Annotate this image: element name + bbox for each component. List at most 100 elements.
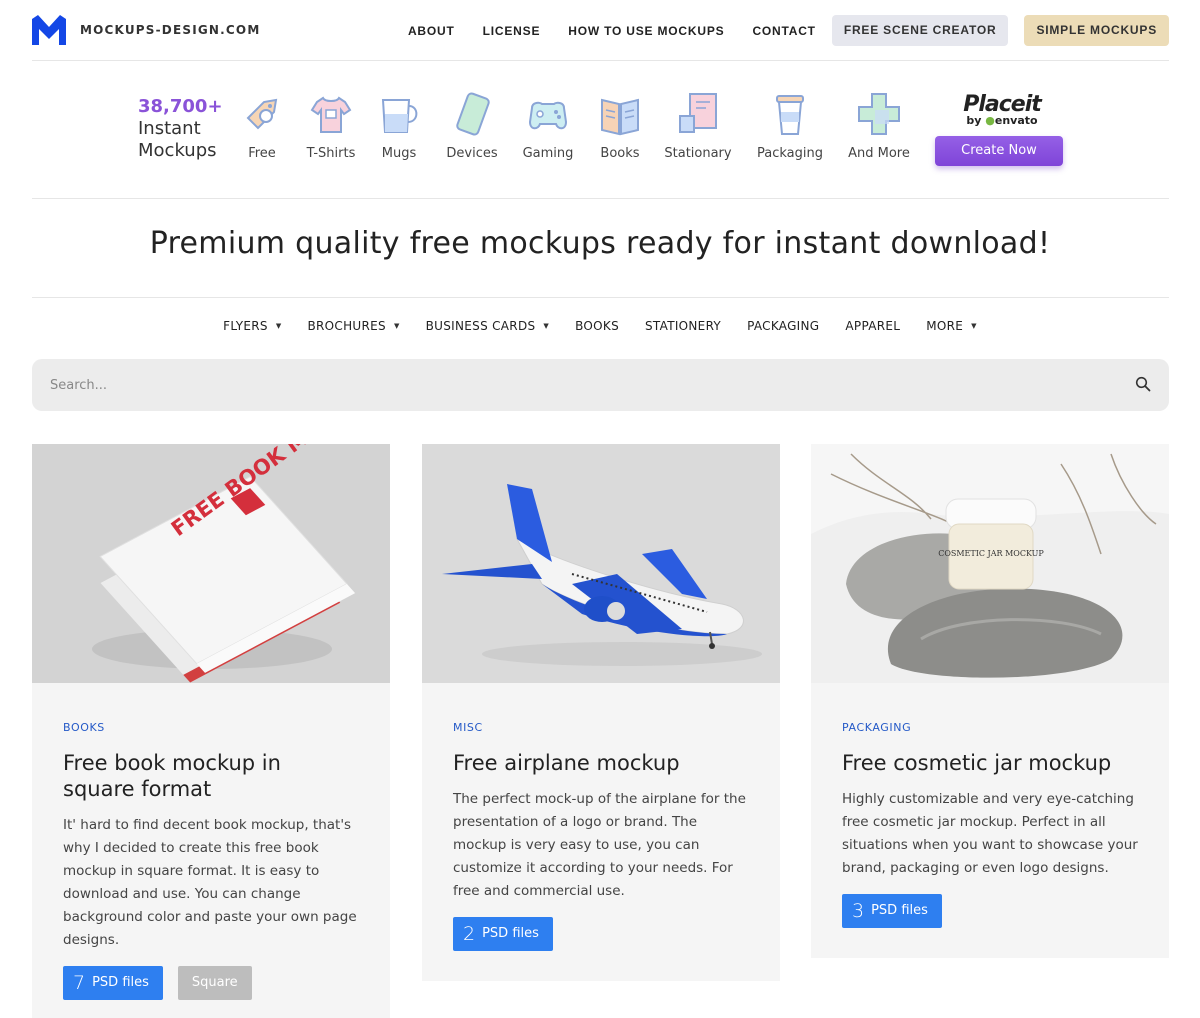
card-title[interactable]: Free cosmetic jar mockup: [842, 750, 1138, 776]
card-actions: 7 PSD files Square: [63, 966, 359, 1000]
post-card[interactable]: MISC Free airplane mockup The perfect mo…: [422, 444, 780, 981]
main-nav: ABOUT LICENSE HOW TO USE MOCKUPS CONTACT…: [380, 15, 1169, 46]
square-tag-button[interactable]: Square: [177, 966, 252, 1000]
cat-label: Devices: [446, 146, 498, 161]
banner-cat-books[interactable]: Books: [580, 92, 660, 161]
banner-cat-gaming[interactable]: Gaming: [508, 92, 588, 161]
nav-license[interactable]: LICENSE: [483, 24, 541, 38]
banner-cat-and-more[interactable]: And More: [839, 92, 919, 161]
divider: [32, 297, 1169, 298]
cat-label: Stationary: [664, 146, 732, 161]
psd-files-button[interactable]: 2 PSD files: [453, 917, 553, 951]
nav-how-to-use[interactable]: HOW TO USE MOCKUPS: [568, 24, 724, 38]
psd-count: 7: [73, 972, 86, 994]
cosmetic-jar-mockup-image: COSMETIC JAR MOCKUP: [811, 444, 1169, 683]
psd-label: PSD files: [482, 926, 539, 941]
banner-line1: Instant: [138, 118, 201, 139]
cat-label: Packaging: [757, 146, 823, 161]
caret-down-icon: ▼: [393, 322, 400, 330]
psd-label: PSD files: [871, 903, 928, 918]
menu-books[interactable]: BOOKS: [575, 319, 619, 333]
psd-count: 3: [852, 900, 865, 922]
stationery-icon: [679, 93, 717, 133]
card-body: MISC Free airplane mockup The perfect mo…: [422, 683, 780, 981]
cat-label: Books: [600, 146, 640, 161]
cat-label: And More: [848, 146, 910, 161]
card-body: BOOKS Free book mockup in square format …: [32, 683, 390, 1018]
cat-label: Free: [248, 146, 276, 161]
card-actions: 2 PSD files: [453, 917, 749, 951]
card-body: PACKAGING Free cosmetic jar mockup Highl…: [811, 683, 1169, 958]
menu-more[interactable]: MORE ▼: [926, 319, 977, 333]
psd-count: 2: [463, 923, 476, 945]
nav-contact[interactable]: CONTACT: [752, 24, 815, 38]
caret-down-icon: ▼: [543, 322, 550, 330]
banner-line2: Mockups: [138, 140, 217, 161]
menu-packaging[interactable]: PACKAGING: [747, 319, 819, 333]
search-input[interactable]: [32, 359, 1112, 411]
card-image[interactable]: [422, 444, 780, 683]
banner-cat-stationary[interactable]: Stationary: [658, 92, 738, 161]
search-bar: [32, 359, 1169, 411]
card-description: It' hard to find decent book mockup, tha…: [63, 817, 357, 948]
banner-cat-devices[interactable]: Devices: [432, 92, 512, 161]
banner-count: 38,700+ Instant Mockups: [138, 96, 223, 162]
phone-icon: [456, 92, 490, 136]
site-name: MOCKUPS-DESIGN.COM: [80, 23, 261, 37]
book-mockup-image: FREE BOOK MOCKUP: [32, 444, 390, 683]
mockup-count: 38,700+: [138, 96, 223, 117]
banner-cat-mugs[interactable]: Mugs: [359, 92, 439, 161]
placeit-banner[interactable]: 38,700+ Instant Mockups Free T-Shirts Mu…: [32, 62, 1169, 199]
category-menu: FLYERS ▼ BROCHURES ▼ BUSINESS CARDS ▼ BOOKS…: [0, 319, 1200, 333]
card-category[interactable]: MISC: [453, 721, 749, 734]
site-logo[interactable]: MOCKUPS-DESIGN.COM: [32, 15, 260, 45]
logo-mark-icon: [32, 15, 66, 45]
book-icon: [601, 98, 639, 136]
card-category[interactable]: BOOKS: [63, 721, 359, 734]
menu-label: PACKAGING: [747, 319, 820, 333]
cat-label: Mugs: [381, 146, 417, 161]
free-scene-creator-button[interactable]: FREE SCENE CREATOR: [831, 15, 1009, 46]
card-description: The perfect mock-up of the airplane for …: [453, 791, 746, 899]
menu-label: MORE: [926, 319, 964, 333]
psd-files-button[interactable]: 3 PSD files: [842, 894, 942, 928]
cup-icon: [776, 95, 804, 135]
nav-about[interactable]: ABOUT: [408, 24, 455, 38]
envato-text: envato: [994, 114, 1038, 127]
menu-label: STATIONERY: [645, 319, 722, 333]
card-image[interactable]: FREE BOOK MOCKUP: [32, 444, 390, 683]
card-image[interactable]: COSMETIC JAR MOCKUP: [811, 444, 1169, 683]
placeit-logo: Placeit by ●envato: [957, 92, 1047, 127]
jar-label-text: COSMETIC JAR MOCKUP: [938, 549, 1044, 558]
site-header: MOCKUPS-DESIGN.COM ABOUT LICENSE HOW TO …: [32, 0, 1169, 61]
simple-mockups-button[interactable]: SIMPLE MOCKUPS: [1024, 15, 1169, 46]
post-card[interactable]: COSMETIC JAR MOCKUP PACKAGING Free cosme…: [811, 444, 1169, 958]
airplane-mockup-image: [422, 444, 780, 683]
menu-label: APPAREL: [845, 319, 901, 333]
caret-down-icon: ▼: [275, 322, 282, 330]
card-title[interactable]: Free book mockup in square format: [63, 750, 359, 802]
envato-wordmark: by ●envato: [957, 114, 1047, 127]
cat-label: Gaming: [522, 146, 574, 161]
psd-label: PSD files: [92, 975, 149, 990]
menu-business-cards[interactable]: BUSINESS CARDS ▼: [426, 319, 549, 333]
create-now-button[interactable]: Create Now: [935, 136, 1063, 166]
tag-icon: [246, 98, 278, 130]
menu-flyers[interactable]: FLYERS ▼: [223, 319, 281, 333]
banner-cat-packaging[interactable]: Packaging: [750, 92, 830, 161]
psd-files-button[interactable]: 7 PSD files: [63, 966, 163, 1000]
banner-cat-free[interactable]: Free: [222, 92, 302, 161]
menu-brochures[interactable]: BROCHURES ▼: [308, 319, 400, 333]
card-title[interactable]: Free airplane mockup: [453, 750, 749, 776]
plus-icon: [858, 93, 900, 135]
search-icon[interactable]: [1135, 376, 1151, 392]
menu-label: BROCHURES: [307, 319, 386, 333]
post-card[interactable]: FREE BOOK MOCKUP BOOKS Free book mockup …: [32, 444, 390, 1018]
card-category[interactable]: PACKAGING: [842, 721, 1138, 734]
card-actions: 3 PSD files: [842, 894, 1138, 928]
mug-icon: [381, 99, 418, 133]
menu-label: BOOKS: [575, 319, 619, 333]
menu-stationery[interactable]: STATIONERY: [645, 319, 721, 333]
card-description: Highly customizable and very eye-catchin…: [842, 791, 1138, 876]
menu-apparel[interactable]: APPAREL: [845, 319, 900, 333]
